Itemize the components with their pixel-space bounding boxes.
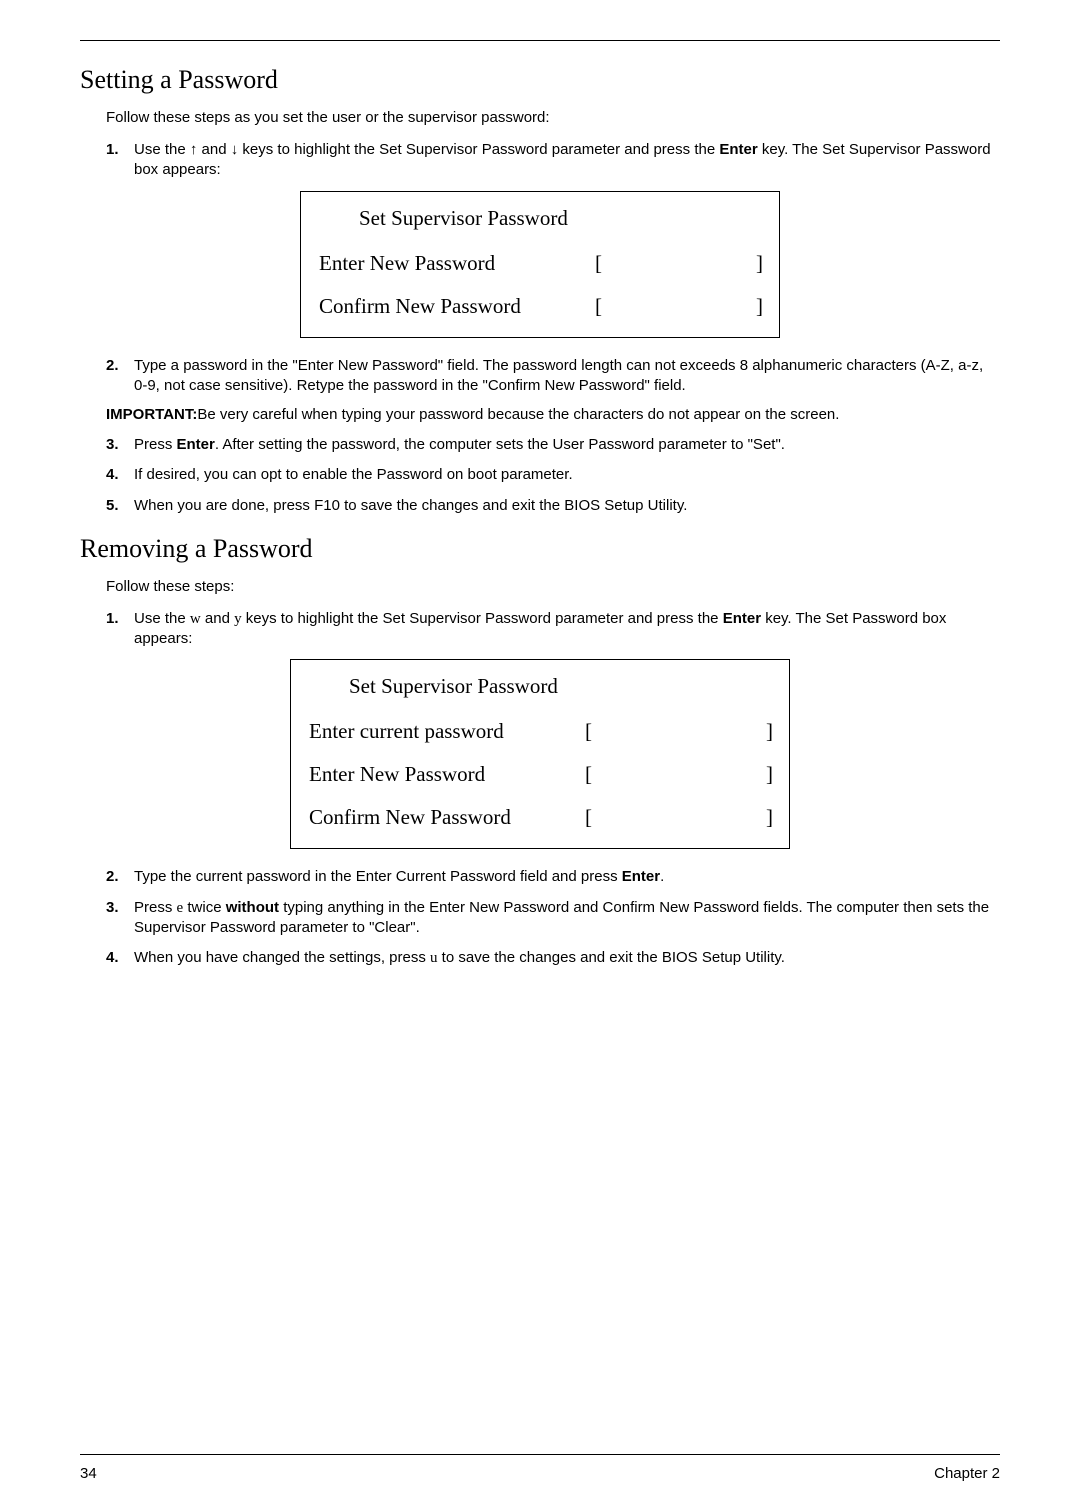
step-num: 3.: [106, 898, 134, 939]
steps-list-1b: 2. Type a password in the "Enter New Pas…: [106, 356, 1000, 397]
text-fragment: Type the current password in the Enter C…: [134, 868, 622, 885]
step-num: 3.: [106, 435, 134, 455]
bracket-open-icon: [: [595, 294, 602, 319]
enter-key-label: Enter: [719, 141, 757, 158]
text-fragment: . After setting the password, the comput…: [215, 436, 785, 453]
page-footer: 34 Chapter 2: [80, 1454, 1000, 1482]
step-1-5: 5. When you are done, press F10 to save …: [106, 496, 1000, 516]
bracket-open-icon: [: [595, 251, 602, 276]
bracket-open-icon: [: [585, 762, 592, 787]
field-label: Enter current password: [309, 719, 579, 744]
step-num: 1.: [106, 140, 134, 181]
bracket-close-icon: ]: [766, 805, 773, 830]
step-text: Use the ↑ and ↓ keys to highlight the Se…: [134, 140, 1000, 181]
step-1-3: 3. Press Enter. After setting the passwo…: [106, 435, 1000, 455]
step-1-1: 1. Use the ↑ and ↓ keys to highlight the…: [106, 140, 1000, 181]
bracket-close-icon: ]: [766, 719, 773, 744]
footer-rule: [80, 1454, 1000, 1455]
step-2-3: 3. Press e twice without typing anything…: [106, 898, 1000, 939]
intro-text-1: Follow these steps as you set the user o…: [106, 109, 1000, 126]
step-text: Press Enter. After setting the password,…: [134, 435, 1000, 455]
step-2-4: 4. When you have changed the settings, p…: [106, 948, 1000, 968]
enter-new-password-row: Enter New Password [ ]: [309, 762, 779, 787]
text-fragment: When you have changed the settings, pres…: [134, 949, 430, 966]
step-2-2: 2. Type the current password in the Ente…: [106, 867, 1000, 887]
w-key-icon: w: [190, 611, 201, 627]
top-rule: [80, 40, 1000, 41]
intro-text-2: Follow these steps:: [106, 578, 1000, 595]
enter-key-label: Enter: [723, 610, 761, 627]
text-fragment: and: [197, 141, 230, 158]
step-1-2: 2. Type a password in the "Enter New Pas…: [106, 356, 1000, 397]
text-fragment: twice: [183, 899, 226, 916]
step-1-4: 4. If desired, you can opt to enable the…: [106, 465, 1000, 485]
dialog-title: Set Supervisor Password: [349, 674, 779, 699]
step-num: 4.: [106, 948, 134, 968]
step-num: 2.: [106, 867, 134, 887]
bracket-open-icon: [: [585, 805, 592, 830]
step-text: Type a password in the "Enter New Passwo…: [134, 356, 1000, 397]
enter-new-password-row: Enter New Password [ ]: [319, 251, 769, 276]
step-num: 2.: [106, 356, 134, 397]
steps-list-1: 1. Use the ↑ and ↓ keys to highlight the…: [106, 140, 1000, 181]
text-fragment: Press: [134, 436, 177, 453]
text-fragment: keys to highlight the Set Supervisor Pas…: [242, 610, 723, 627]
important-text: Be very careful when typing your passwor…: [197, 406, 839, 423]
text-fragment: .: [660, 868, 664, 885]
field-label: Enter New Password: [319, 251, 589, 276]
enter-current-password-row: Enter current password [ ]: [309, 719, 779, 744]
step-text: Type the current password in the Enter C…: [134, 867, 1000, 887]
important-label: IMPORTANT:: [106, 406, 197, 423]
text-fragment: Press: [134, 899, 177, 916]
page-number: 34: [80, 1465, 97, 1482]
dialog-title: Set Supervisor Password: [359, 206, 769, 231]
step-num: 4.: [106, 465, 134, 485]
field-label: Confirm New Password: [319, 294, 589, 319]
bracket-close-icon: ]: [756, 251, 763, 276]
field-label: Confirm New Password: [309, 805, 579, 830]
bracket-open-icon: [: [585, 719, 592, 744]
chapter-label: Chapter 2: [934, 1465, 1000, 1482]
text-fragment: Use the: [134, 141, 190, 158]
step-text: If desired, you can opt to enable the Pa…: [134, 465, 1000, 485]
text-fragment: to save the changes and exit the BIOS Se…: [438, 949, 785, 966]
set-supervisor-password-dialog-2: Set Supervisor Password Enter current pa…: [290, 659, 790, 849]
enter-key-label: Enter: [622, 868, 660, 885]
bracket-close-icon: ]: [766, 762, 773, 787]
step-text: Use the w and y keys to highlight the Se…: [134, 609, 1000, 650]
step-num: 5.: [106, 496, 134, 516]
important-note: IMPORTANT:Be very careful when typing yo…: [106, 406, 1000, 423]
set-supervisor-password-dialog-1: Set Supervisor Password Enter New Passwo…: [300, 191, 780, 338]
y-key-icon: y: [234, 611, 242, 627]
text-fragment: and: [201, 610, 234, 627]
section-heading-setting: Setting a Password: [80, 65, 1000, 95]
steps-list-2: 1. Use the w and y keys to highlight the…: [106, 609, 1000, 650]
confirm-new-password-row: Confirm New Password [ ]: [309, 805, 779, 830]
step-text: When you have changed the settings, pres…: [134, 948, 1000, 968]
text-fragment: Use the: [134, 610, 190, 627]
confirm-new-password-row: Confirm New Password [ ]: [319, 294, 769, 319]
step-2-1: 1. Use the w and y keys to highlight the…: [106, 609, 1000, 650]
bracket-close-icon: ]: [756, 294, 763, 319]
step-text: When you are done, press F10 to save the…: [134, 496, 1000, 516]
field-label: Enter New Password: [309, 762, 579, 787]
u-key-icon: u: [430, 950, 438, 966]
step-text: Press e twice without typing anything in…: [134, 898, 1000, 939]
steps-list-2b: 2. Type the current password in the Ente…: [106, 867, 1000, 968]
steps-list-1c: 3. Press Enter. After setting the passwo…: [106, 435, 1000, 516]
step-num: 1.: [106, 609, 134, 650]
text-fragment: keys to highlight the Set Supervisor Pas…: [238, 141, 719, 158]
section-heading-removing: Removing a Password: [80, 534, 1000, 564]
without-bold: without: [226, 899, 279, 916]
enter-key-label: Enter: [177, 436, 215, 453]
